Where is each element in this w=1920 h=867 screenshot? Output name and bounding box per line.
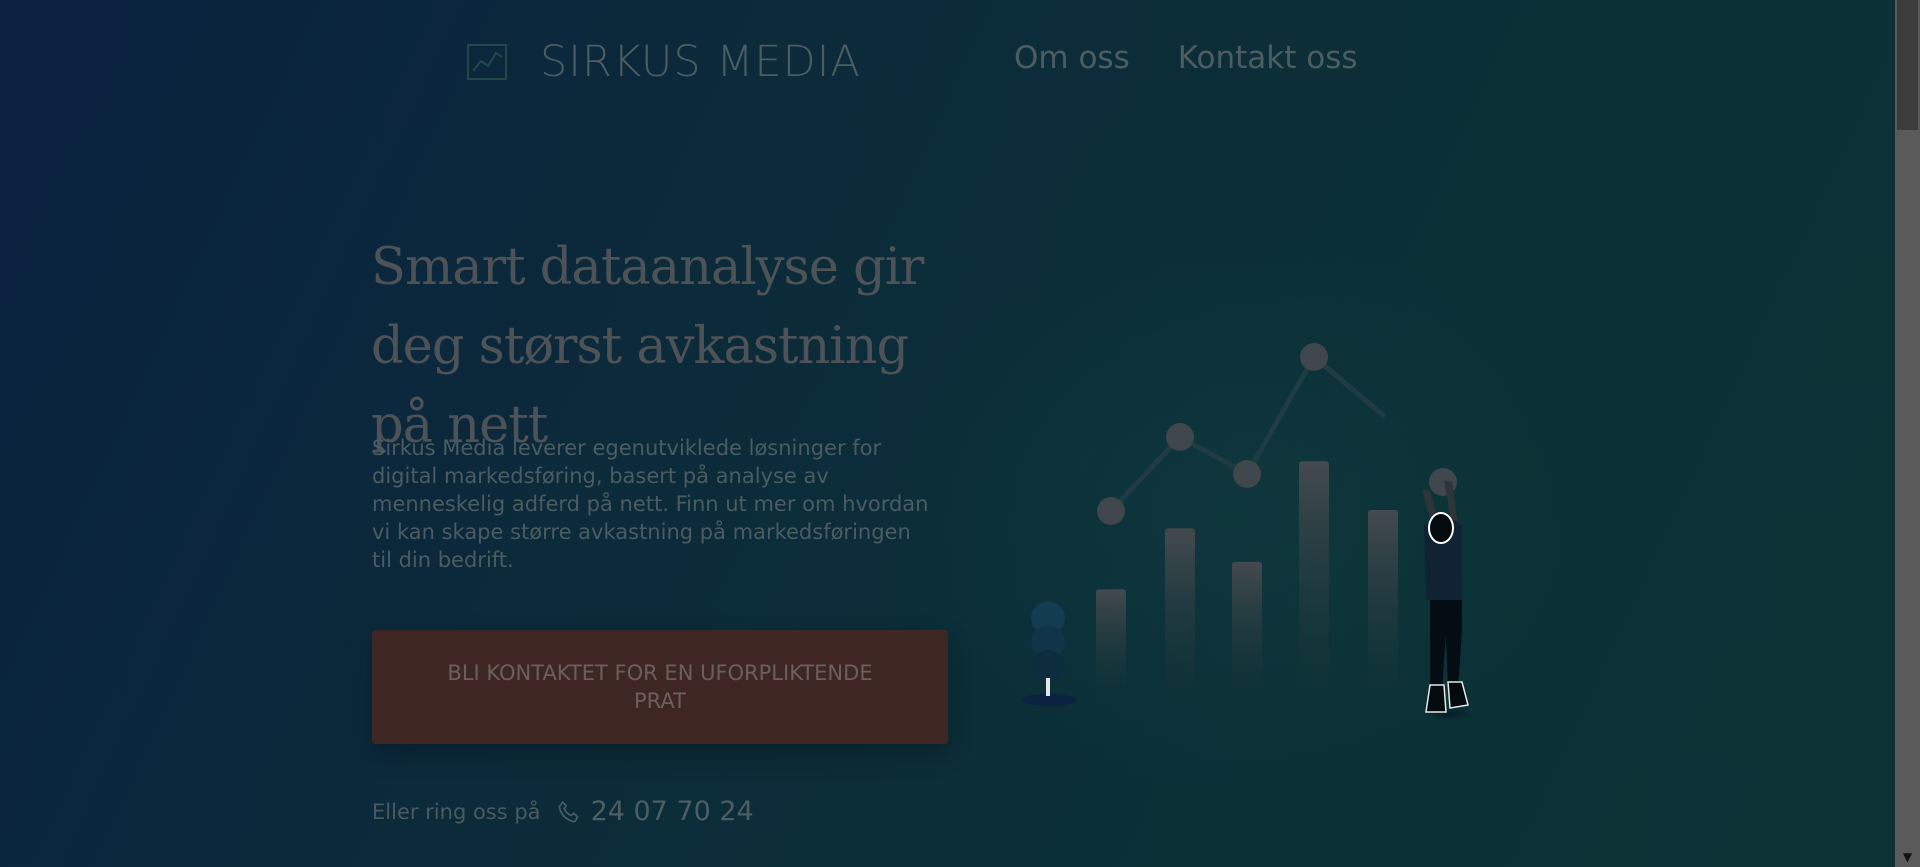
main-nav: Om oss Kontakt oss — [1014, 40, 1358, 76]
scrollbar-thumb[interactable] — [1897, 0, 1918, 130]
vertical-scrollbar[interactable]: ▼ — [1895, 0, 1920, 867]
person — [1422, 480, 1476, 721]
chart-bar — [1165, 528, 1195, 690]
growth-chart-illustration — [1021, 343, 1476, 721]
chevron-down-icon[interactable]: ▼ — [1895, 847, 1920, 867]
trend-point — [1300, 343, 1328, 371]
page: SIRKUS MEDIA Om oss Kontakt oss Smart da… — [0, 0, 1895, 867]
chart-bar — [1368, 510, 1398, 690]
chart-bars — [1096, 461, 1398, 690]
chart-bar — [1232, 561, 1262, 690]
trend-point — [1233, 460, 1261, 488]
phone-icon — [558, 800, 578, 822]
plant — [1021, 601, 1077, 706]
trend-point — [1166, 423, 1194, 451]
logo[interactable]: SIRKUS MEDIA — [466, 36, 861, 88]
nav-link-kontakt-oss[interactable]: Kontakt oss — [1178, 40, 1358, 76]
phone-row: Eller ring oss på 24 07 70 24 — [372, 796, 754, 827]
nav-link-om-oss[interactable]: Om oss — [1014, 40, 1130, 76]
hero-lead: Sirkus Media leverer egenutviklede løsni… — [372, 436, 929, 572]
trend-point — [1097, 497, 1125, 525]
contact-cta-button[interactable]: BLI KONTAKTET FOR EN UFORPLIKTENDE PRAT — [372, 630, 948, 744]
hero-headline: Smart dataanalyse gir deg størst avkastn… — [371, 238, 924, 455]
chart-frame-icon — [467, 44, 507, 80]
chart-bar — [1096, 589, 1126, 690]
phone-number-link[interactable]: 24 07 70 24 — [591, 796, 754, 827]
logo-text: SIRKUS MEDIA — [540, 37, 861, 87]
phone-label: Eller ring oss på — [372, 799, 541, 824]
chart-bar — [1299, 461, 1329, 690]
